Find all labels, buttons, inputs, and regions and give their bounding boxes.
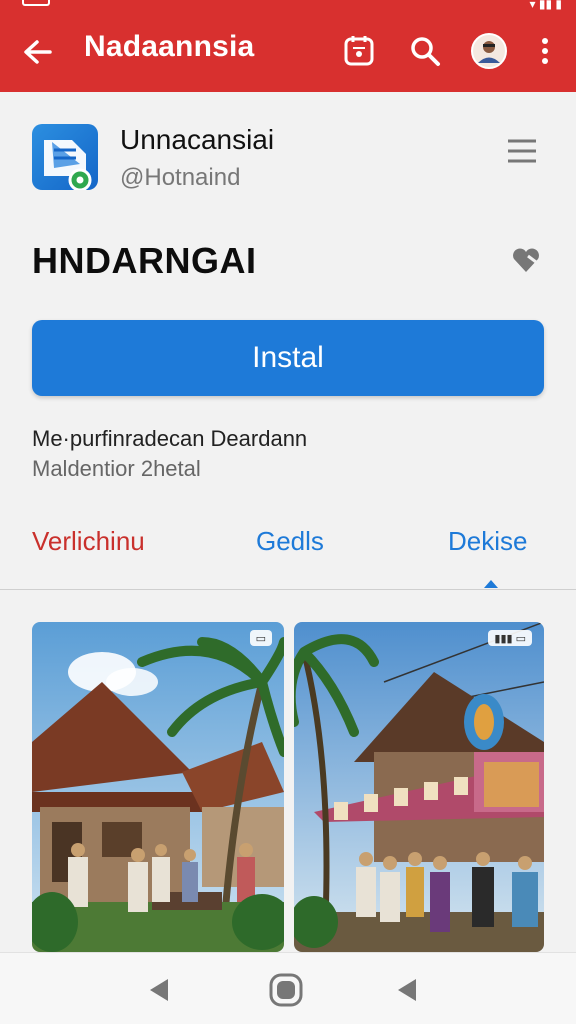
description-line-1: Me·purfinradecan Deardann — [32, 426, 308, 451]
village-scene-image — [32, 622, 284, 952]
nav-recents-icon[interactable] — [388, 971, 426, 1009]
status-bar: ▾ ▮▮ ▮ — [0, 0, 576, 12]
app-bar-title: Nadaannsia — [84, 30, 255, 63]
favorite-heart-icon[interactable] — [510, 244, 542, 276]
market-scene-image — [294, 622, 544, 952]
nav-back-icon[interactable] — [140, 971, 178, 1009]
back-arrow-icon[interactable] — [20, 34, 56, 70]
avatar[interactable] — [468, 30, 510, 72]
search-icon[interactable] — [404, 30, 446, 72]
screenshot-2[interactable]: ▮▮▮ ▭ — [294, 622, 544, 952]
tab-indicator — [484, 580, 498, 588]
nav-home-icon[interactable] — [267, 971, 305, 1009]
tab-details[interactable]: Gedls — [256, 526, 324, 557]
tab-overview[interactable]: Verlichinu — [32, 526, 145, 557]
description-line-2: Maldentior 2hetal — [32, 456, 201, 481]
calendar-icon[interactable] — [338, 30, 380, 72]
app-handle: @Hotnaind — [120, 164, 241, 191]
install-button[interactable]: Instal — [32, 320, 544, 396]
screenshot-battery-icon: ▭ — [249, 630, 272, 646]
more-vert-icon[interactable] — [524, 30, 566, 72]
app-bar: Nadaannsia — [0, 12, 576, 92]
page-headline: HNDARNGAI — [32, 240, 257, 281]
screenshot-1[interactable]: ▭ — [32, 622, 284, 952]
system-nav-bar — [0, 952, 576, 1024]
notification-icon — [22, 0, 50, 6]
tab-device[interactable]: Dekise — [448, 526, 527, 557]
app-icon — [32, 124, 98, 190]
hamburger-menu-icon[interactable] — [506, 138, 538, 164]
app-name: Unnacansiai — [120, 124, 275, 155]
status-icons: ▾ ▮▮ ▮ — [529, 0, 562, 11]
screenshot-status-icons: ▮▮▮ ▭ — [488, 630, 532, 646]
tab-bar: Verlichinu Gedls Dekise — [0, 520, 576, 590]
